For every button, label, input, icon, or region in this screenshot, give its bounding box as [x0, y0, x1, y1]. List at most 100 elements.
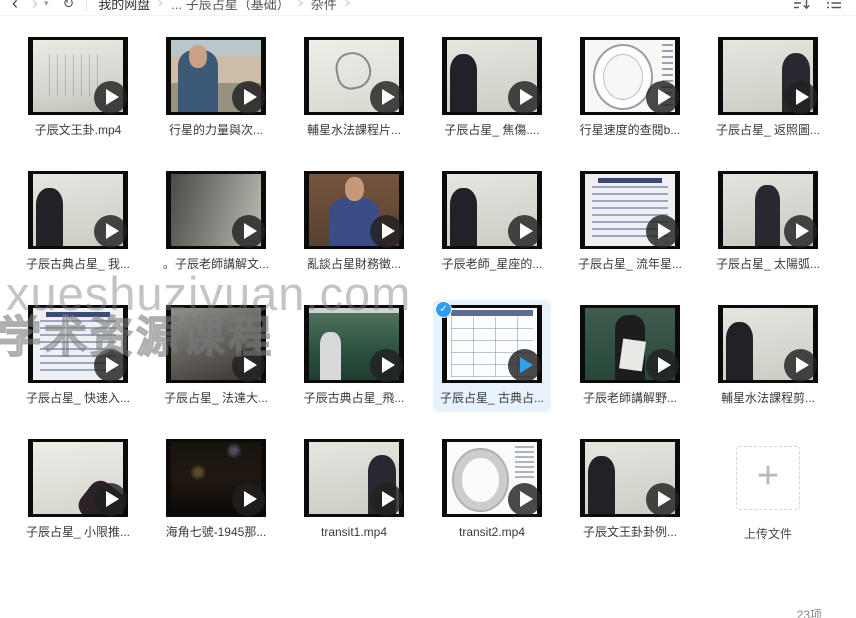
file-card[interactable]: ✓ 子辰占星_ 焦傷....	[433, 32, 551, 144]
file-card[interactable]: ✓ 子辰占星_ 返照圖...	[709, 32, 827, 144]
video-thumbnail[interactable]	[718, 171, 818, 249]
play-icon[interactable]	[94, 349, 127, 382]
file-card[interactable]: ✓ 行星的力量與次...	[157, 32, 275, 144]
file-name: 行星的力量與次...	[169, 123, 263, 138]
file-card[interactable]: ✓ 海角七號-1945那...	[157, 434, 275, 548]
file-card[interactable]: ✓ 亂談占星財務徵...	[295, 166, 413, 278]
file-card[interactable]: ✓ 行星速度的查閱b...	[571, 32, 689, 144]
file-card[interactable]: ✓ 子辰占星_ 流年星...	[571, 166, 689, 278]
file-card[interactable]: ✓ 子辰古典占星_飛...	[295, 300, 413, 412]
video-thumbnail[interactable]	[304, 439, 404, 517]
play-icon[interactable]	[370, 215, 403, 248]
file-card[interactable]: ✓ 子辰占星_ 太陽弧...	[709, 166, 827, 278]
file-card[interactable]: ✓ 子辰文王卦卦例...	[571, 434, 689, 548]
play-icon[interactable]	[646, 349, 679, 382]
file-card[interactable]: ✓ 子辰老師_星座的...	[433, 166, 551, 278]
video-thumbnail[interactable]	[718, 37, 818, 115]
file-card[interactable]: ✓ 輔星水法課程剪...	[709, 300, 827, 412]
video-thumbnail[interactable]	[28, 305, 128, 383]
file-name: transit1.mp4	[321, 525, 387, 540]
file-name: 子辰占星_ 太陽弧...	[716, 257, 820, 272]
forward-icon[interactable]: ›	[32, 0, 38, 12]
list-view-icon[interactable]	[826, 0, 842, 11]
item-count: 23项	[797, 606, 822, 618]
file-card[interactable]: ✓ transit1.mp4	[295, 434, 413, 548]
breadcrumb-my-drive[interactable]: 我的网盘	[98, 0, 150, 13]
upload-file-button[interactable]: + 上传文件	[709, 434, 827, 548]
play-icon[interactable]	[646, 483, 679, 516]
video-thumbnail[interactable]	[442, 439, 542, 517]
file-card[interactable]: ✓ 子辰老師講解野...	[571, 300, 689, 412]
file-card[interactable]: ✓ 子辰占星_ 快速入...	[19, 300, 137, 412]
file-name: 子辰占星_ 古典占...	[440, 391, 544, 406]
file-card[interactable]: ✓ 子辰文王卦.mp4	[19, 32, 137, 144]
netdisk-window: ‹ › ▾ ↻ 我的网盘 > ... 子辰占星（基础） > 杂件 >	[0, 0, 856, 618]
file-card[interactable]: ✓ 。子辰老師講解文...	[157, 166, 275, 278]
play-icon[interactable]	[94, 215, 127, 248]
play-icon[interactable]	[94, 483, 127, 516]
video-thumbnail[interactable]	[28, 439, 128, 517]
file-card[interactable]: ✓ 輔星水法課程片...	[295, 32, 413, 144]
upload-label: 上传文件	[744, 525, 792, 542]
file-name: 。子辰老師講解文...	[163, 257, 269, 272]
play-icon[interactable]	[784, 349, 817, 382]
video-thumbnail[interactable]	[304, 171, 404, 249]
upload-dropzone[interactable]: +	[736, 446, 800, 510]
video-thumbnail[interactable]	[166, 171, 266, 249]
file-card[interactable]: ✓ 子辰占星_ 古典占...	[433, 300, 551, 412]
video-thumbnail[interactable]	[580, 37, 680, 115]
play-icon[interactable]	[370, 81, 403, 114]
breadcrumb-current-folder[interactable]: 杂件	[311, 0, 337, 13]
video-thumbnail[interactable]	[442, 37, 542, 115]
play-icon[interactable]	[646, 215, 679, 248]
video-thumbnail[interactable]	[442, 305, 542, 383]
toolbar-divider	[86, 0, 87, 10]
play-icon[interactable]	[370, 483, 403, 516]
video-thumbnail[interactable]	[580, 305, 680, 383]
video-thumbnail[interactable]	[28, 171, 128, 249]
video-thumbnail[interactable]	[580, 171, 680, 249]
refresh-icon[interactable]: ↻	[63, 0, 75, 12]
video-thumbnail[interactable]	[304, 305, 404, 383]
play-icon[interactable]	[784, 81, 817, 114]
plus-icon: +	[757, 457, 779, 495]
file-name: 子辰占星_ 法達大...	[164, 391, 268, 406]
video-thumbnail[interactable]	[580, 439, 680, 517]
video-thumbnail[interactable]	[166, 37, 266, 115]
play-icon[interactable]	[94, 81, 127, 114]
file-card[interactable]: ✓ 子辰占星_ 法達大...	[157, 300, 275, 412]
toolbar: ‹ › ▾ ↻ 我的网盘 > ... 子辰占星（基础） > 杂件 >	[0, 0, 856, 16]
video-thumbnail[interactable]	[718, 305, 818, 383]
play-icon[interactable]	[232, 483, 265, 516]
file-card[interactable]: ✓ transit2.mp4	[433, 434, 551, 548]
play-icon[interactable]	[508, 483, 541, 516]
play-icon[interactable]	[508, 349, 541, 382]
file-name: 子辰文王卦卦例...	[583, 525, 677, 540]
file-name: 輔星水法課程剪...	[721, 391, 815, 406]
video-thumbnail[interactable]	[166, 305, 266, 383]
file-card[interactable]: ✓ 子辰古典占星_ 我...	[19, 166, 137, 278]
history-dropdown-icon[interactable]: ▾	[44, 0, 49, 9]
file-card[interactable]: ✓ 子辰占星_ 小限推...	[19, 434, 137, 548]
selected-checkbox-icon[interactable]: ✓	[436, 302, 451, 317]
file-name: 行星速度的查閱b...	[580, 123, 681, 138]
video-thumbnail[interactable]	[442, 171, 542, 249]
breadcrumb-collapsed-parent[interactable]: ... 子辰占星（基础）	[171, 0, 289, 13]
play-icon[interactable]	[370, 349, 403, 382]
video-thumbnail[interactable]	[28, 37, 128, 115]
back-icon[interactable]: ‹	[12, 0, 18, 12]
play-icon[interactable]	[508, 215, 541, 248]
play-icon[interactable]	[232, 215, 265, 248]
breadcrumb-separator: >	[298, 0, 303, 10]
video-thumbnail[interactable]	[304, 37, 404, 115]
play-icon[interactable]	[784, 215, 817, 248]
play-icon[interactable]	[508, 81, 541, 114]
video-thumbnail[interactable]	[166, 439, 266, 517]
file-name: 子辰古典占星_ 我...	[26, 257, 130, 272]
play-icon[interactable]	[232, 349, 265, 382]
play-icon[interactable]	[232, 81, 265, 114]
file-name: 子辰老師講解野...	[583, 391, 677, 406]
sort-icon[interactable]	[793, 0, 810, 11]
play-icon[interactable]	[646, 81, 679, 114]
file-name: 輔星水法課程片...	[307, 123, 401, 138]
